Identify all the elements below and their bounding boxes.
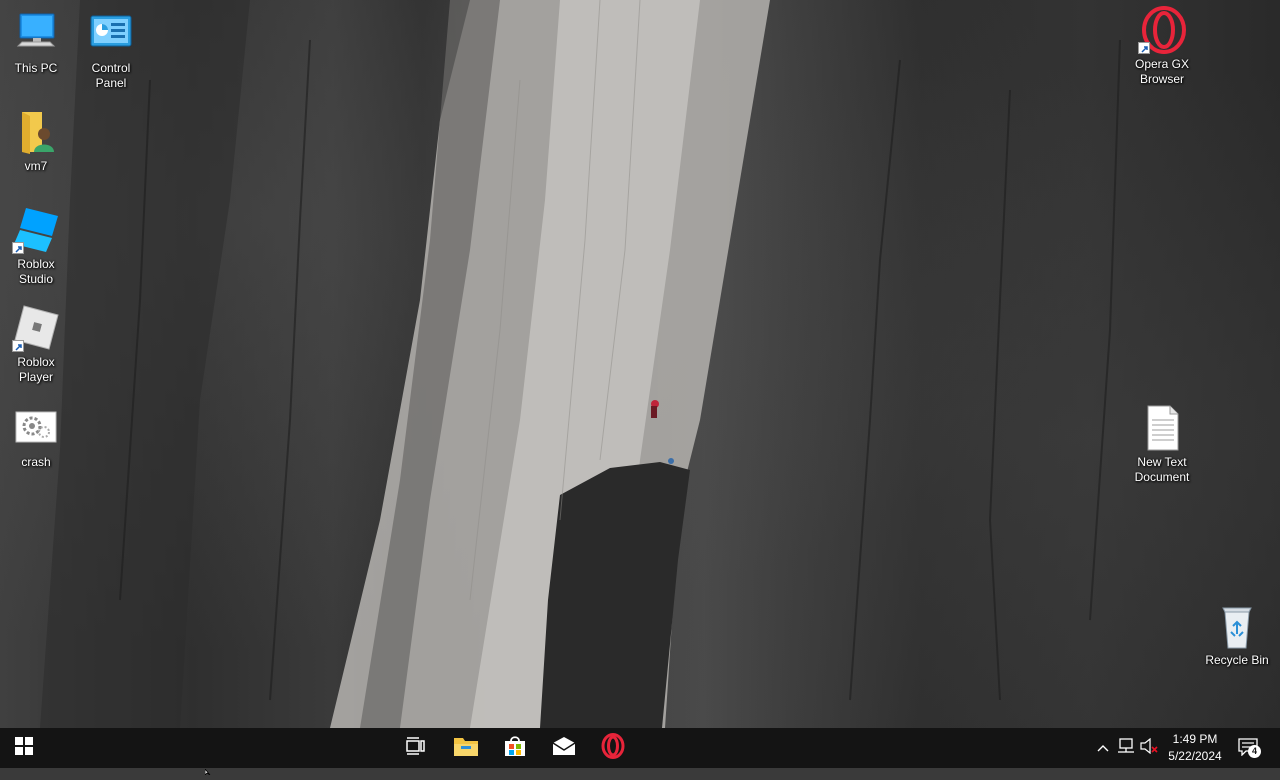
- volume-button[interactable]: [1138, 728, 1160, 768]
- desktop-icon-label: New Text Document: [1134, 455, 1190, 484]
- opera-gx-icon: [601, 732, 625, 764]
- roblox-player-icon: [12, 304, 60, 352]
- desktop-icon-label: crash: [21, 455, 51, 469]
- show-hidden-icons-button[interactable]: [1092, 728, 1114, 768]
- desktop-icon-label: vm7: [24, 159, 48, 173]
- control-panel-icon: [87, 10, 135, 58]
- desktop-icon-label: This PC: [14, 61, 58, 75]
- chevron-up-icon: [1097, 739, 1109, 757]
- action-center-button[interactable]: 4: [1234, 728, 1264, 768]
- notification-count-badge: 4: [1248, 745, 1261, 758]
- desktop-icon-label: Opera GX Browser: [1134, 57, 1190, 86]
- settings-file-icon: [12, 404, 60, 452]
- start-button[interactable]: [0, 728, 48, 768]
- microsoft-store-button[interactable]: [491, 728, 539, 768]
- desktop-icon-label: Roblox Studio: [17, 257, 55, 286]
- desktop-wallpaper: [0, 0, 1280, 728]
- desktop-icon-this-pc[interactable]: This PC: [0, 10, 74, 76]
- clock-date: 5/22/2024: [1168, 749, 1222, 763]
- microsoft-store-icon: [504, 735, 526, 762]
- shortcut-arrow-icon: [1138, 42, 1150, 54]
- file-explorer-button[interactable]: [442, 728, 490, 768]
- this-pc-icon: [12, 10, 60, 58]
- desktop-icon-vm7[interactable]: vm7: [0, 108, 74, 174]
- desktop-icon-new-text-document[interactable]: New Text Document: [1124, 404, 1200, 485]
- recycle-bin-icon: [1213, 602, 1261, 650]
- desktop-icon-control-panel[interactable]: Control Panel: [73, 10, 149, 91]
- shortcut-arrow-icon: [12, 340, 24, 352]
- mail-icon: [552, 736, 576, 760]
- network-button[interactable]: [1114, 728, 1138, 768]
- desktop-icon-recycle-bin[interactable]: Recycle Bin: [1199, 602, 1275, 668]
- desktop-icon-roblox-studio[interactable]: Roblox Studio: [0, 206, 74, 287]
- roblox-studio-icon: [12, 206, 60, 254]
- clock-time: 1:49 PM: [1172, 732, 1218, 746]
- notification-icon: 4: [1238, 738, 1261, 758]
- task-view-button[interactable]: [392, 728, 440, 768]
- desktop-icon-label: Recycle Bin: [1205, 653, 1269, 667]
- windows-logo-icon: [15, 736, 33, 760]
- desktop-icon-label: Roblox Player: [17, 355, 55, 384]
- desktop-icon-opera-gx[interactable]: Opera GX Browser: [1124, 6, 1200, 87]
- desktop-icon-roblox-player[interactable]: Roblox Player: [0, 304, 74, 385]
- file-explorer-icon: [454, 736, 478, 761]
- desktop-icon-crash[interactable]: crash: [0, 404, 74, 470]
- mouse-cursor-icon: [204, 762, 213, 780]
- task-view-icon: [406, 736, 426, 760]
- opera-gx-icon: [1138, 6, 1186, 54]
- taskbar: 1:49 PM 5/22/2024 4: [0, 728, 1280, 768]
- mail-button[interactable]: [540, 728, 588, 768]
- user-folder-icon: [12, 108, 60, 156]
- opera-gx-taskbar-button[interactable]: [589, 728, 637, 768]
- network-icon: [1117, 737, 1135, 759]
- desktop-icon-label: Control Panel: [91, 61, 131, 90]
- shortcut-arrow-icon: [12, 242, 24, 254]
- text-document-icon: [1138, 404, 1186, 452]
- clock-button[interactable]: 1:49 PM 5/22/2024: [1158, 728, 1232, 768]
- volume-muted-icon: [1140, 737, 1158, 759]
